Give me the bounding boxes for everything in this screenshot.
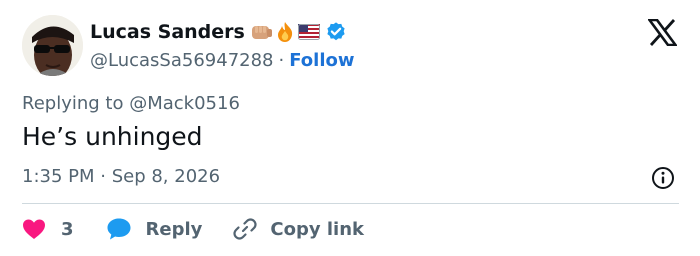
tweet-text: He’s unhinged <box>22 122 203 151</box>
avatar-image <box>22 15 83 76</box>
separator-dot: · <box>278 49 285 71</box>
tweet-timestamp[interactable]: 1:35 PM · Sep 8, 2026 <box>22 166 220 187</box>
reply-label: Reply <box>145 218 203 240</box>
info-icon[interactable] <box>651 166 675 190</box>
speech-bubble-icon <box>106 217 132 241</box>
author-handle-row: @LucasSa56947288 · Follow <box>90 48 355 72</box>
tweet-card: Lucas Sanders @LucasSa56947288 · Follow … <box>0 0 700 256</box>
like-count: 3 <box>61 218 74 240</box>
divider <box>22 203 679 204</box>
verified-badge-icon[interactable] <box>325 21 347 43</box>
avatar[interactable] <box>22 15 83 76</box>
author-name-row: Lucas Sanders <box>90 19 347 45</box>
follow-button[interactable]: Follow <box>289 50 354 71</box>
replying-to-label[interactable]: Replying to @Mack0516 <box>22 93 240 114</box>
copy-link-button[interactable]: Copy link <box>232 216 364 242</box>
reply-button[interactable]: Reply <box>106 217 203 241</box>
like-button[interactable]: 3 <box>22 218 74 240</box>
author-display-name[interactable]: Lucas Sanders <box>90 21 245 43</box>
fire-emoji-icon <box>275 21 295 43</box>
x-logo-icon[interactable] <box>646 18 679 47</box>
author-handle[interactable]: @LucasSa56947288 <box>90 50 274 71</box>
heart-icon <box>22 218 46 240</box>
link-icon <box>232 216 258 242</box>
copy-link-label: Copy link <box>270 218 364 240</box>
us-flag-emoji-icon <box>297 24 320 40</box>
action-bar: 3 Reply Copy link <box>22 215 364 243</box>
fist-emoji-icon <box>251 22 273 42</box>
